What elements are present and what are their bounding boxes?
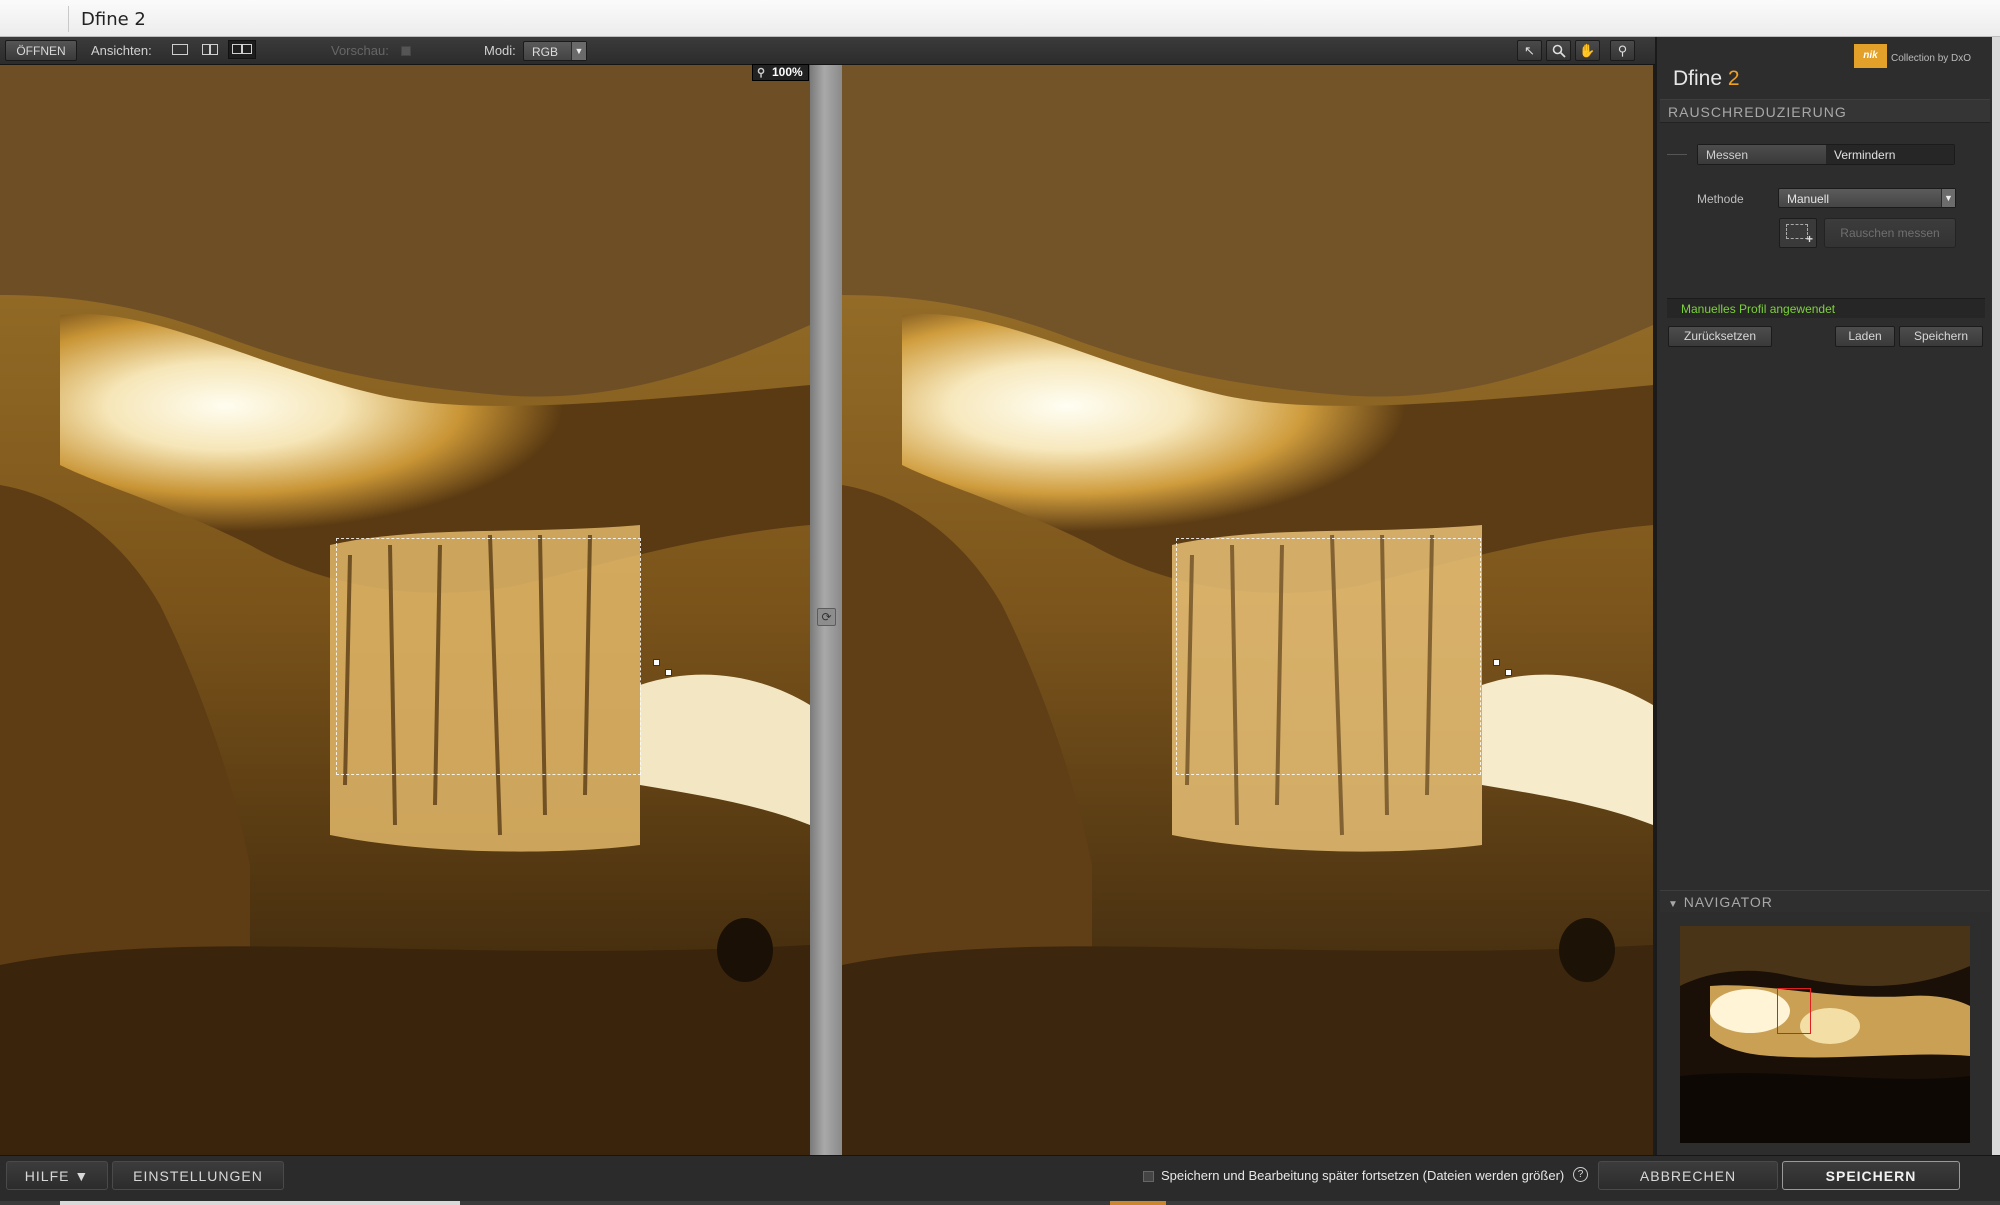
save-and-continue-label: Speichern und Bearbeitung später fortset… (1161, 1168, 1565, 1183)
noise-measurement-rect-right[interactable] (1176, 538, 1481, 775)
noise-measurement-rect-left[interactable] (336, 538, 641, 775)
titlebar-separator (68, 6, 69, 32)
panel-scrollbar[interactable] (1992, 37, 2000, 1155)
navigator-view-rect[interactable] (1777, 988, 1811, 1034)
swap-views-icon[interactable]: ⟳ (817, 608, 836, 626)
window-title: Dfine 2 (81, 9, 146, 30)
tab-vermindern[interactable]: Vermindern (1826, 145, 1954, 164)
taskbar-highlight (1110, 1201, 1166, 1205)
method-label: Methode (1697, 192, 1744, 206)
selection-rect-icon (1786, 224, 1808, 239)
method-select-value: Manuell (1787, 192, 1830, 206)
hand-tool-button[interactable]: ✋ (1575, 40, 1600, 61)
save-profile-button[interactable]: Speichern (1899, 326, 1983, 347)
preview-label: Vorschau: (331, 43, 389, 58)
magnifier-icon: ⚲ (757, 67, 766, 79)
app-name-text: Dfine (1673, 67, 1723, 90)
mode-select-value: RGB (532, 45, 559, 59)
navigator-title: NAVIGATOR (1683, 894, 1773, 910)
measure-noise-button[interactable]: Rauschen messen (1824, 218, 1956, 248)
profile-status: Manuelles Profil angewendet (1667, 298, 1985, 318)
mode-label: Modi: (484, 43, 516, 58)
zoom-value: 100% (772, 65, 803, 79)
method-select[interactable]: Manuell ▼ (1778, 188, 1956, 208)
mode-tab-bar: Messen Vermindern (1697, 144, 1955, 165)
zoom-level-badge[interactable]: ⚲ 100% (752, 64, 809, 81)
app-name: Dfine 2 (1673, 67, 1740, 91)
help-menu-button[interactable]: HILFE ▼ (6, 1161, 108, 1190)
load-button[interactable]: Laden (1835, 326, 1895, 347)
loupe-pin-icon: ⚲ (1617, 42, 1628, 58)
hand-icon: ✋ (1579, 42, 1596, 58)
reset-button[interactable]: Zurücksetzen (1668, 326, 1772, 347)
navigator-thumbnail[interactable] (1680, 926, 1970, 1143)
save-and-continue-checkbox[interactable] (1143, 1171, 1154, 1182)
views-label: Ansichten: (91, 43, 152, 58)
noise-reduction-section-header[interactable]: RAUSCHREDUZIERUNG (1660, 99, 1990, 123)
taskbar-segment (60, 1201, 460, 1205)
preview-image-pane[interactable] (842, 65, 1653, 1155)
split-view-icon (202, 44, 218, 55)
mode-select[interactable]: RGB ▼ (523, 41, 587, 61)
selection-handle-right[interactable] (1493, 659, 1500, 666)
pointer-icon: ↖ (1524, 42, 1535, 58)
help-icon[interactable]: ? (1573, 1167, 1588, 1182)
window-titlebar: Dfine 2 (0, 0, 2000, 37)
add-measure-rect-button[interactable]: + (1779, 218, 1817, 248)
nik-collection-caption: Collection by DxO (1891, 53, 1972, 64)
chevron-down-icon: ▼ (571, 42, 586, 60)
loupe-tool-button[interactable]: ⚲ (1610, 40, 1635, 61)
taskbar-strip (0, 1201, 2000, 1205)
plus-icon: + (1805, 232, 1813, 246)
pointer-tool-button[interactable]: ↖ (1517, 40, 1542, 61)
settings-button[interactable]: EINSTELLUNGEN (112, 1161, 284, 1190)
side-by-side-view-icon (232, 44, 252, 55)
side-by-side-view-button[interactable] (228, 40, 256, 59)
single-view-icon (172, 44, 188, 55)
selection-handle-right-2[interactable] (1505, 669, 1512, 676)
collapse-triangle-icon: ▼ (1668, 899, 1679, 910)
selection-handle-left-2[interactable] (665, 669, 672, 676)
save-button[interactable]: SPEICHERN (1782, 1161, 1960, 1190)
navigator-section-header[interactable]: ▼ NAVIGATOR (1660, 890, 1990, 912)
selection-handle-left[interactable] (653, 659, 660, 666)
section-divider (1667, 154, 1687, 155)
preview-checkbox[interactable] (401, 46, 411, 56)
navigator-cave-thumb (1680, 926, 1970, 1143)
chevron-down-icon: ▼ (1941, 189, 1955, 207)
tab-messen[interactable]: Messen (1698, 145, 1826, 164)
magnifier-icon (1552, 44, 1566, 58)
single-view-button[interactable] (166, 40, 194, 59)
cancel-button[interactable]: ABBRECHEN (1598, 1161, 1778, 1190)
zoom-tool-button[interactable] (1546, 40, 1571, 61)
open-button[interactable]: ÖFFNEN (5, 40, 77, 61)
nik-logo: nik (1854, 44, 1887, 68)
original-image-pane[interactable] (0, 65, 810, 1155)
app-version: 2 (1727, 67, 1740, 90)
split-view-button[interactable] (196, 40, 224, 59)
